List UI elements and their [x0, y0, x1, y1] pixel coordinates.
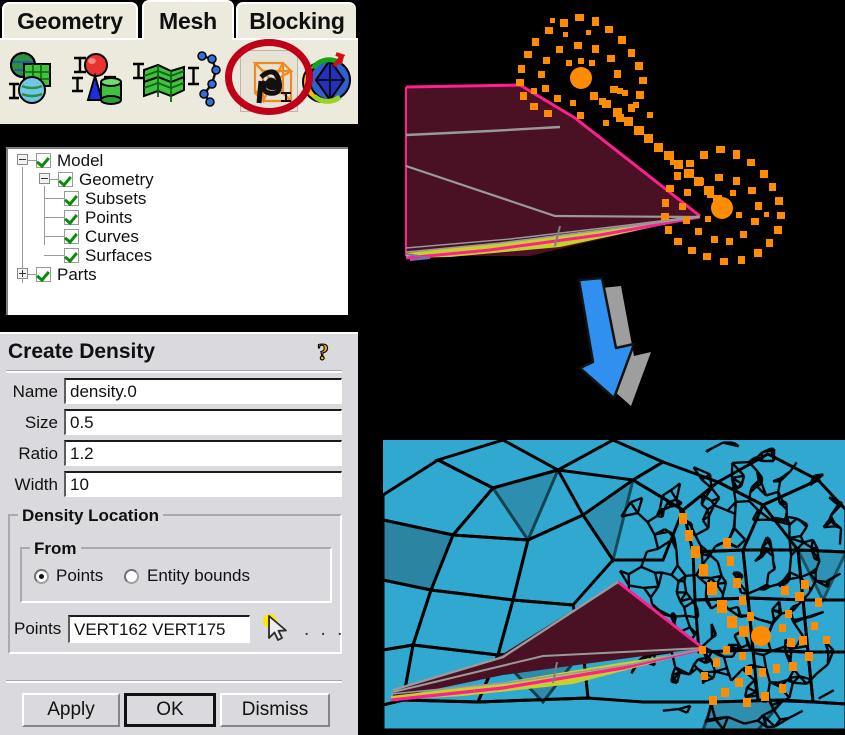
title-divider	[6, 370, 342, 373]
field-row-size: Size 0.5	[6, 409, 342, 436]
left-panel: Geometry Mesh Blocking Model Geometry Su…	[0, 0, 358, 735]
tree-node-label: Points	[85, 207, 133, 227]
field-row-width: Width 10	[6, 471, 342, 498]
tree-node-label: Surfaces	[85, 245, 153, 265]
flow-down-arrow	[530, 272, 690, 422]
create-geometry-icon[interactable]	[6, 50, 62, 110]
apply-button[interactable]: Apply	[22, 693, 120, 727]
tree-node-label: Parts	[57, 264, 97, 284]
from-legend: From	[30, 539, 81, 559]
tab-strip: Geometry Mesh Blocking	[0, 0, 358, 40]
ratio-input[interactable]: 1.2	[64, 440, 342, 466]
tree-node-parts[interactable]: Parts	[36, 265, 97, 284]
create-body-icon[interactable]	[68, 50, 124, 110]
tree-checkbox[interactable]	[64, 191, 79, 206]
tree-checkbox[interactable]	[64, 229, 79, 244]
model-panel: Model Geometry Subsets Points Curves Sur…	[0, 140, 358, 735]
tree-expander-model[interactable]	[17, 154, 28, 165]
tree-node-subsets[interactable]: Subsets	[64, 189, 146, 208]
field-label: Ratio	[18, 444, 58, 463]
radio-entity-bounds-label: Entity bounds	[147, 566, 251, 585]
tree-checkbox[interactable]	[58, 172, 73, 187]
tree-node-label: Subsets	[85, 188, 147, 208]
size-input[interactable]: 0.5	[64, 409, 342, 435]
tree-node-geometry[interactable]: Geometry	[58, 170, 154, 189]
field-label: Width	[14, 475, 58, 494]
ok-button[interactable]: OK	[124, 693, 216, 727]
tab-mesh[interactable]: Mesh	[142, 0, 234, 40]
geometry-density-viewport[interactable]	[370, 0, 845, 285]
red-highlight-circle	[225, 39, 313, 115]
app-window: Geometry Mesh Blocking Model Geometry Su…	[0, 0, 845, 735]
more-options-button[interactable]: . . .	[304, 619, 345, 641]
name-input[interactable]: density.0	[64, 378, 342, 404]
tree-node-points[interactable]: Points	[64, 208, 132, 227]
radio-points[interactable]	[34, 569, 49, 584]
dismiss-button[interactable]: Dismiss	[220, 693, 330, 727]
field-row-name: Name density.0	[6, 378, 342, 405]
tree-node-model[interactable]: Model	[36, 151, 103, 170]
tree-node-curves[interactable]: Curves	[64, 227, 139, 246]
tree-node-label: Curves	[85, 226, 139, 246]
svg-text:?: ?	[317, 340, 329, 366]
tree-expander-geometry[interactable]	[39, 173, 50, 184]
mouse-cursor-select-icon[interactable]	[260, 612, 294, 644]
field-row-ratio: Ratio 1.2	[6, 440, 342, 467]
tree-node-surfaces[interactable]: Surfaces	[64, 246, 152, 265]
radio-entity-bounds[interactable]	[124, 569, 139, 584]
tab-geometry[interactable]: Geometry	[2, 2, 138, 38]
density-location-legend: Density Location	[18, 506, 163, 526]
tree-checkbox[interactable]	[64, 248, 79, 263]
button-divider	[6, 680, 342, 683]
points-input[interactable]: VERT162 VERT175	[68, 615, 250, 643]
field-label: Size	[24, 413, 58, 432]
tree-checkbox[interactable]	[36, 267, 51, 282]
surface-mesh-icon[interactable]	[130, 50, 186, 110]
form-title: Create Density	[8, 340, 156, 363]
radio-points-label: Points	[56, 566, 104, 585]
generated-mesh-viewport[interactable]	[380, 437, 845, 733]
model-tree[interactable]: Model Geometry Subsets Points Curves Sur…	[4, 145, 350, 317]
tree-node-label: Geometry	[79, 169, 154, 189]
tree-checkbox[interactable]	[36, 153, 51, 168]
question-mark-help-icon[interactable]: ?	[314, 338, 340, 366]
points-field-label: Points	[14, 619, 62, 638]
tree-checkbox[interactable]	[64, 210, 79, 225]
field-label: Name	[12, 382, 58, 401]
tab-blocking[interactable]: Blocking	[236, 2, 356, 38]
tree-node-label: Model	[57, 150, 104, 170]
tree-expander-parts[interactable]	[17, 268, 28, 279]
width-input[interactable]: 10	[64, 471, 342, 497]
create-density-form: Create Density ? Name density.0 Size 0.5…	[0, 332, 358, 735]
